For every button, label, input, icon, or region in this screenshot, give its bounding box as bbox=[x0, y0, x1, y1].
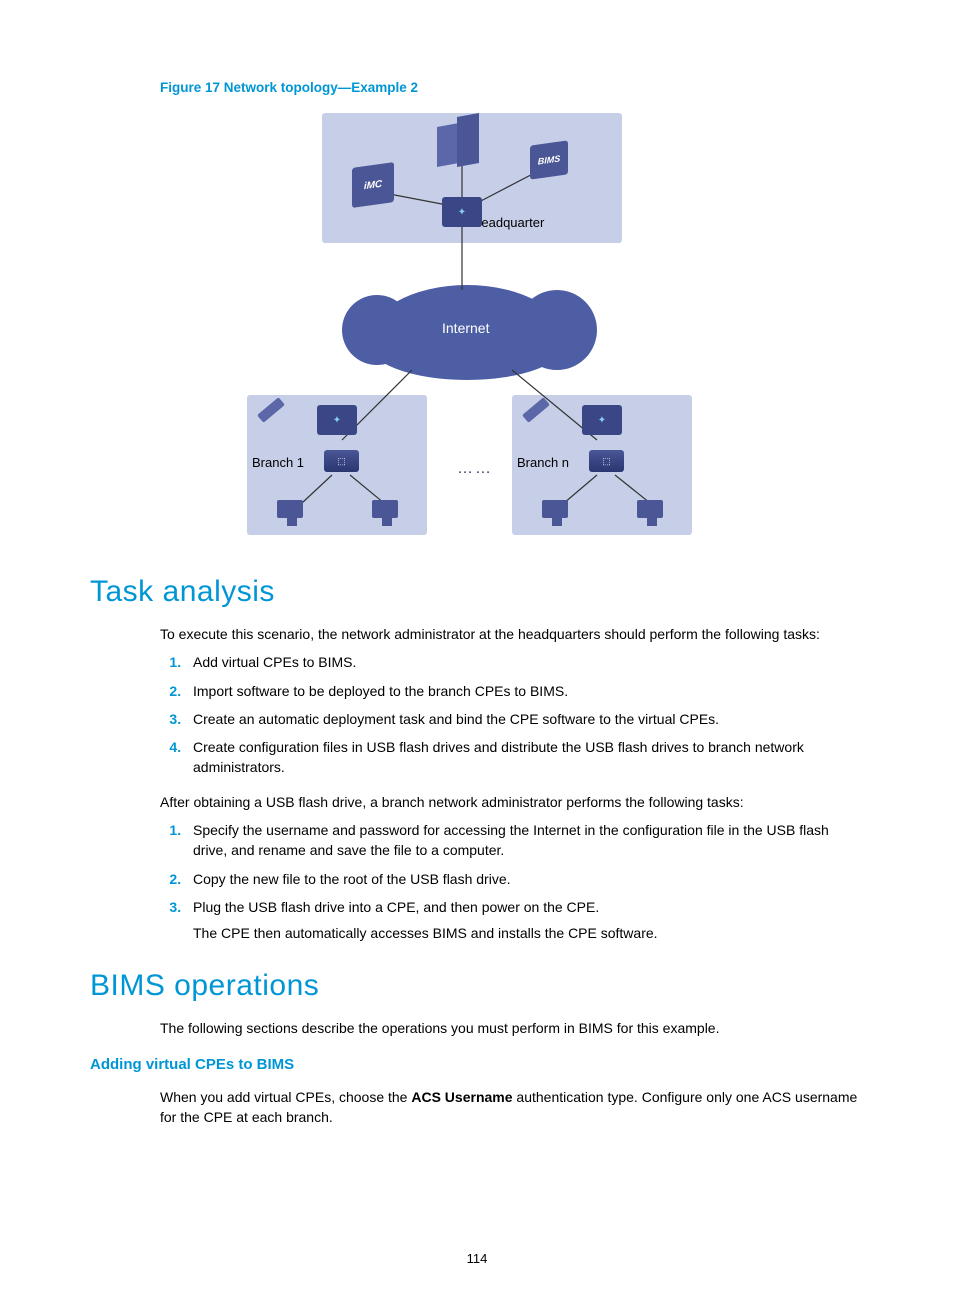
list-item-text: Plug the USB flash drive into a CPE, and… bbox=[193, 899, 599, 915]
add-cpes-text: When you add virtual CPEs, choose the AC… bbox=[160, 1087, 864, 1128]
usb-icon bbox=[257, 405, 285, 415]
text-pre: When you add virtual CPEs, choose the bbox=[160, 1089, 411, 1105]
text-bold: ACS Username bbox=[411, 1089, 512, 1105]
computer-icon bbox=[637, 500, 667, 528]
switch-icon: ⬚ bbox=[324, 450, 359, 472]
task-list-1: Add virtual CPEs to BIMS. Import softwar… bbox=[160, 652, 864, 777]
hq-router-icon: ✦ bbox=[442, 197, 482, 227]
list-item: Import software to be deployed to the br… bbox=[185, 681, 864, 701]
list-item: Create configuration files in USB flash … bbox=[185, 737, 864, 778]
bims-intro-text: The following sections describe the oper… bbox=[160, 1018, 864, 1038]
list-item: Plug the USB flash drive into a CPE, and… bbox=[185, 897, 864, 944]
heading-bims-operations: BIMS operations bbox=[90, 969, 864, 1003]
network-topology-diagram: iMC BIMS ✦ Headquarter Internet ✦ Branch… bbox=[262, 105, 692, 535]
subheading-add-cpes: Adding virtual CPEs to BIMS bbox=[90, 1056, 864, 1073]
page-number: 114 bbox=[0, 1251, 954, 1266]
task-list-2: Specify the username and password for ac… bbox=[160, 820, 864, 943]
computer-icon bbox=[372, 500, 402, 528]
list-item: Copy the new file to the root of the USB… bbox=[185, 869, 864, 889]
document-page: Figure 17 Network topology—Example 2 iMC… bbox=[0, 0, 954, 1296]
imc-icon: iMC bbox=[352, 165, 394, 205]
usb-icon bbox=[522, 405, 550, 415]
list-item: Specify the username and password for ac… bbox=[185, 820, 864, 861]
list-item-note: The CPE then automatically accesses BIMS… bbox=[193, 923, 864, 943]
list-item: Create an automatic deployment task and … bbox=[185, 709, 864, 729]
heading-task-analysis: Task analysis bbox=[90, 575, 864, 609]
computer-icon bbox=[542, 500, 572, 528]
task-mid-text: After obtaining a USB flash drive, a bra… bbox=[160, 792, 864, 812]
building-icon bbox=[437, 115, 487, 170]
figure-caption: Figure 17 Network topology—Example 2 bbox=[160, 80, 864, 95]
internet-label: Internet bbox=[442, 320, 489, 336]
bims-icon: BIMS bbox=[530, 143, 568, 177]
branch-router-icon: ✦ bbox=[582, 405, 622, 435]
computer-icon bbox=[277, 500, 307, 528]
list-item: Add virtual CPEs to BIMS. bbox=[185, 652, 864, 672]
switch-icon: ⬚ bbox=[589, 450, 624, 472]
branch-router-icon: ✦ bbox=[317, 405, 357, 435]
task-intro-text: To execute this scenario, the network ad… bbox=[160, 624, 864, 644]
